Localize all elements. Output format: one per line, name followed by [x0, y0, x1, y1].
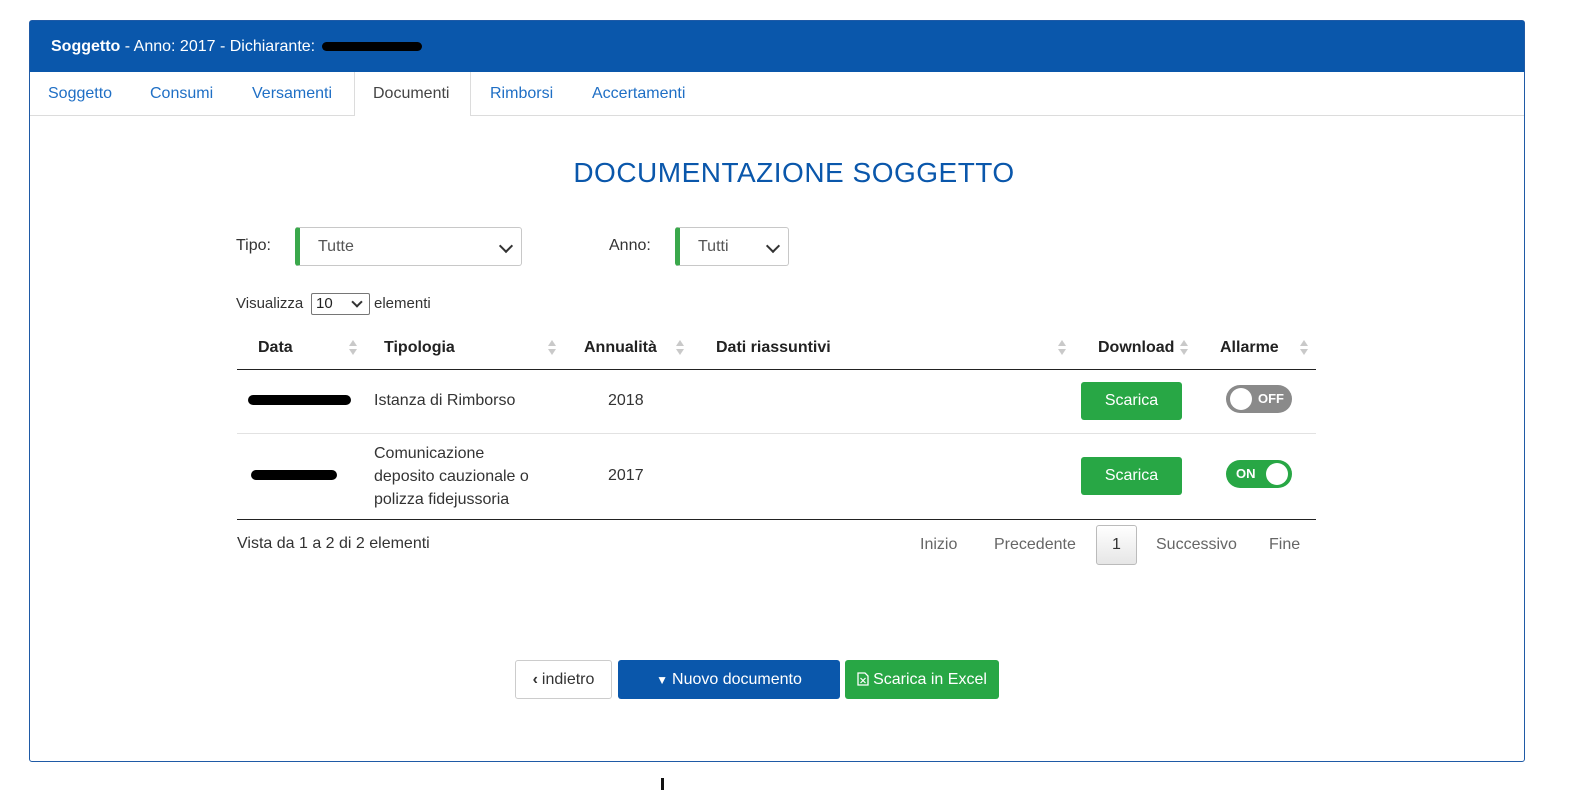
redacted-declarant [321, 42, 422, 52]
cell-annualita: 2017 [560, 433, 689, 520]
cell-dati-riassuntivi [689, 433, 1073, 520]
toggle-label: OFF [1258, 390, 1284, 406]
length-prefix: Visualizza [236, 295, 304, 312]
chevron-down-icon [765, 238, 781, 254]
alarm-toggle[interactable]: ON [1226, 459, 1292, 488]
header-subject-label: Soggetto [51, 38, 121, 55]
text-cursor [661, 778, 664, 790]
export-excel-button[interactable]: Scarica in Excel [845, 660, 999, 699]
chevron-down-icon [498, 238, 514, 254]
column-header-tipologia[interactable]: Tipologia [362, 327, 560, 370]
header-details: - Anno: 2017 - Dichiarante: [120, 38, 320, 55]
toggle-knob [1230, 387, 1252, 410]
cell-data [237, 369, 362, 434]
column-header-data[interactable]: Data [237, 327, 362, 370]
anno-select-value: Tutti [698, 238, 729, 255]
sort-icon [1058, 340, 1066, 356]
sort-icon [548, 340, 556, 356]
sort-icon [1180, 340, 1188, 356]
length-suffix: elementi [374, 295, 431, 312]
page-length-value: 10 [316, 295, 333, 312]
table-row: Comunicazione deposito cauzionale o poli… [237, 433, 1316, 520]
cell-annualita: 2018 [560, 369, 689, 434]
tipo-label: Tipo: [236, 237, 271, 254]
tab-documenti[interactable]: Documenti [354, 72, 471, 116]
cell-data [237, 433, 362, 520]
documents-table: Data Tipologia Annualità Dati riassuntiv… [237, 327, 1316, 520]
panel-header: Soggetto - Anno: 2017 - Dichiarante: [30, 21, 1524, 72]
tipo-select-value: Tutte [318, 238, 354, 255]
download-button[interactable]: Scarica [1081, 457, 1182, 495]
pagination-previous[interactable]: Precedente [994, 525, 1076, 565]
table-row: Istanza di Rimborso 2018 Scarica OFF [237, 369, 1316, 434]
download-button[interactable]: Scarica [1081, 382, 1182, 420]
new-document-button[interactable]: ▼ Nuovo documento [618, 660, 840, 699]
sort-icon [676, 340, 684, 356]
sort-icon [349, 340, 357, 356]
column-header-download[interactable]: Download [1073, 327, 1194, 370]
chevron-left-icon: ‹ [532, 671, 538, 688]
pagination-next[interactable]: Successivo [1156, 525, 1237, 565]
cell-tipologia: Istanza di Rimborso [362, 369, 560, 434]
tab-accertamenti[interactable]: Accertamenti [574, 72, 703, 115]
tab-consumi[interactable]: Consumi [132, 72, 231, 115]
excel-file-icon [857, 660, 869, 699]
redacted-date [248, 395, 351, 405]
alarm-toggle[interactable]: OFF [1226, 384, 1292, 413]
cell-tipologia: Comunicazione deposito cauzionale o poli… [362, 433, 560, 520]
redacted-date [251, 470, 337, 480]
pagination-last[interactable]: Fine [1269, 525, 1300, 565]
page-length-select[interactable]: 10 [311, 293, 370, 315]
pagination-current-page[interactable]: 1 [1096, 525, 1137, 565]
sort-icon [1300, 340, 1308, 356]
toggle-knob [1266, 462, 1288, 485]
table-info: Vista da 1 a 2 di 2 elementi [237, 535, 430, 552]
pagination-first[interactable]: Inizio [920, 525, 957, 565]
toggle-label: ON [1236, 465, 1256, 481]
cell-dati-riassuntivi [689, 369, 1073, 434]
page-title: DOCUMENTAZIONE SOGGETTO [573, 157, 1015, 188]
tipo-select[interactable]: Tutte [295, 227, 522, 266]
anno-label: Anno: [609, 237, 651, 254]
column-header-dati-riassuntivi[interactable]: Dati riassuntivi [689, 327, 1073, 370]
back-button[interactable]: ‹ indietro [515, 660, 612, 699]
anno-select[interactable]: Tutti [675, 227, 789, 266]
chevron-down-icon [351, 296, 363, 308]
tab-bar: Soggetto Consumi Versamenti Documenti Ri… [30, 72, 1524, 116]
column-header-allarme[interactable]: Allarme [1194, 327, 1316, 370]
tab-versamenti[interactable]: Versamenti [234, 72, 350, 115]
tab-rimborsi[interactable]: Rimborsi [472, 72, 571, 115]
chevron-down-icon: ▼ [656, 673, 669, 687]
tab-soggetto[interactable]: Soggetto [30, 72, 130, 115]
column-header-annualita[interactable]: Annualità [560, 327, 689, 370]
